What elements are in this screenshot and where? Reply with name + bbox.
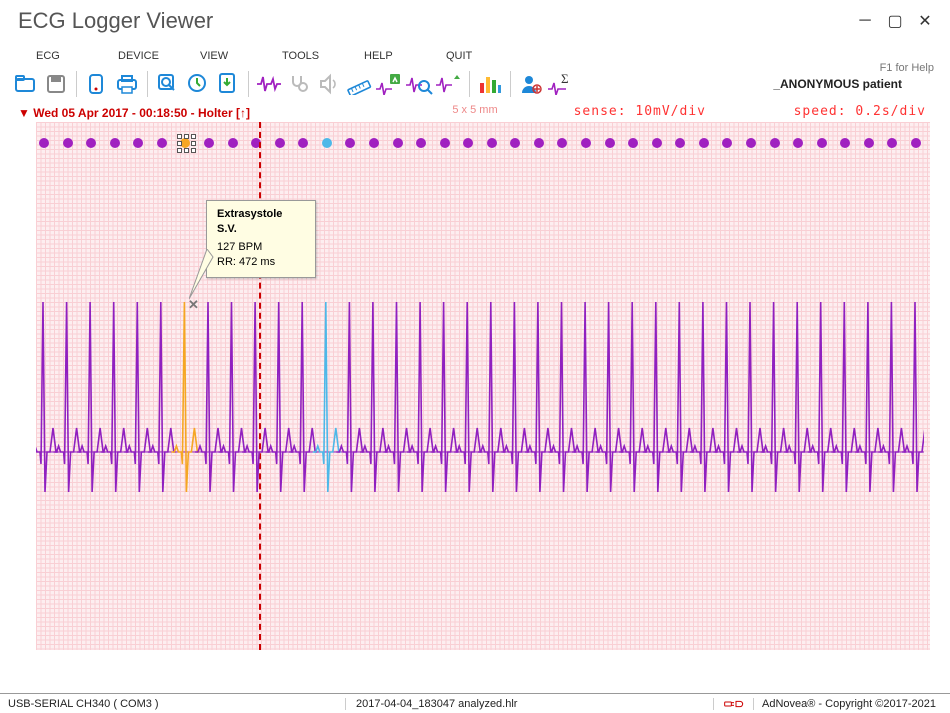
beat-marker[interactable] <box>746 138 756 148</box>
clock-icon[interactable] <box>184 70 212 98</box>
beat-marker[interactable] <box>675 138 685 148</box>
tooltip-tail-icon <box>189 249 219 305</box>
beat-marker[interactable] <box>39 138 49 148</box>
beat-marker[interactable] <box>770 138 780 148</box>
beat-marker[interactable] <box>322 138 332 148</box>
patient-label: _ANONYMOUS patient <box>773 77 902 91</box>
beat-marker[interactable] <box>487 138 497 148</box>
toolbar: Σ _ANONYMOUS patient <box>0 68 950 104</box>
beat-marker[interactable] <box>793 138 803 148</box>
tooltip-bpm: 127 BPM <box>217 240 305 255</box>
close-button[interactable]: ✕ <box>914 11 936 31</box>
menu-ecg[interactable]: ECG <box>36 50 118 62</box>
chart-bars-icon[interactable] <box>476 70 504 98</box>
beat-marker[interactable] <box>393 138 403 148</box>
beat-marker[interactable] <box>581 138 591 148</box>
maximize-button[interactable]: ▢ <box>884 11 906 31</box>
beat-marker[interactable] <box>369 138 379 148</box>
beat-marker[interactable] <box>157 138 167 148</box>
menubar: ECG DEVICE VIEW TOOLS HELP QUIT <box>0 36 950 68</box>
beat-marker[interactable] <box>864 138 874 148</box>
toolbar-sep <box>248 71 249 97</box>
toolbar-sep <box>76 71 77 97</box>
status-copyright: AdNovea® - Copyright ©2017-2021 <box>754 698 944 710</box>
beat-marker[interactable] <box>204 138 214 148</box>
chart-area[interactable]: ✕ Extrasystole S.V. 127 BPM RR: 472 ms <box>30 122 936 650</box>
ruler-icon[interactable] <box>345 70 373 98</box>
beat-marker[interactable] <box>86 138 96 148</box>
ecg-wave-icon[interactable] <box>255 70 283 98</box>
beat-marker[interactable] <box>840 138 850 148</box>
beat-marker[interactable] <box>534 138 544 148</box>
beat-marker[interactable] <box>722 138 732 148</box>
app-title: ECG Logger Viewer <box>18 8 213 34</box>
beat-marker[interactable] <box>605 138 615 148</box>
beat-marker[interactable] <box>628 138 638 148</box>
ecg-waveform <box>36 252 924 582</box>
beat-marker[interactable] <box>652 138 662 148</box>
toolbar-sep <box>510 71 511 97</box>
tooltip-title: Extrasystole S.V. <box>217 207 305 238</box>
chart-header: Wed 05 Apr 2017 - 00:18:50 - Holter [↑] … <box>14 104 936 122</box>
beat-marker[interactable] <box>440 138 450 148</box>
menu-tools[interactable]: TOOLS <box>282 50 364 62</box>
grid-scale-label: 5 x 5 mm <box>452 104 497 116</box>
minimize-button[interactable]: ─ <box>854 11 876 31</box>
sound-icon[interactable] <box>315 70 343 98</box>
menu-view[interactable]: VIEW <box>200 50 282 62</box>
help-hint: F1 for Help <box>880 62 934 74</box>
status-plug-icon <box>714 698 754 710</box>
device-icon[interactable] <box>83 70 111 98</box>
beat-marker[interactable] <box>557 138 567 148</box>
beat-marker[interactable] <box>298 138 308 148</box>
beat-marker[interactable] <box>510 138 520 148</box>
status-file: 2017-04-04_183047 analyzed.hlr <box>346 698 714 710</box>
selection-handles[interactable] <box>177 134 197 154</box>
statusbar: USB-SERIAL CH340 ( COM3 ) 2017-04-04_183… <box>0 693 950 713</box>
toolbar-sep <box>469 71 470 97</box>
open-icon[interactable] <box>12 70 40 98</box>
patient-icon[interactable] <box>517 70 545 98</box>
beat-marker[interactable] <box>63 138 73 148</box>
beat-marker[interactable] <box>275 138 285 148</box>
titlebar: ECG Logger Viewer ─ ▢ ✕ <box>0 0 950 36</box>
menu-quit[interactable]: QUIT <box>446 50 528 62</box>
print-icon[interactable] <box>113 70 141 98</box>
beat-marker[interactable] <box>699 138 709 148</box>
export-wave2-icon[interactable] <box>435 70 463 98</box>
download-icon[interactable] <box>214 70 242 98</box>
stethoscope-icon[interactable] <box>285 70 313 98</box>
beat-marker[interactable] <box>416 138 426 148</box>
beat-marker[interactable] <box>345 138 355 148</box>
beat-marker[interactable] <box>887 138 897 148</box>
beat-marker[interactable] <box>110 138 120 148</box>
speed-label: speed: 0.2s/div <box>794 104 926 119</box>
status-port: USB-SERIAL CH340 ( COM3 ) <box>6 698 346 710</box>
save-icon[interactable] <box>42 70 70 98</box>
svg-text:Σ: Σ <box>561 73 569 86</box>
menu-device[interactable]: DEVICE <box>118 50 200 62</box>
window-buttons: ─ ▢ ✕ <box>854 11 936 31</box>
beat-tooltip: Extrasystole S.V. 127 BPM RR: 472 ms <box>206 200 316 278</box>
beat-marker[interactable] <box>133 138 143 148</box>
beat-markers-row <box>36 138 930 150</box>
toolbar-sep <box>147 71 148 97</box>
zoom-wave-icon[interactable] <box>405 70 433 98</box>
beat-marker[interactable] <box>911 138 921 148</box>
sense-label: sense: 10mV/div <box>574 104 706 119</box>
tooltip-rr: RR: 472 ms <box>217 255 305 270</box>
sigma-wave-icon[interactable]: Σ <box>547 70 575 98</box>
export-wave-icon[interactable] <box>375 70 403 98</box>
beat-marker[interactable] <box>817 138 827 148</box>
record-info: Wed 05 Apr 2017 - 00:18:50 - Holter [↑] <box>18 106 250 120</box>
menu-help[interactable]: HELP <box>364 50 446 62</box>
search-icon[interactable] <box>154 70 182 98</box>
beat-marker[interactable] <box>463 138 473 148</box>
beat-marker[interactable] <box>228 138 238 148</box>
